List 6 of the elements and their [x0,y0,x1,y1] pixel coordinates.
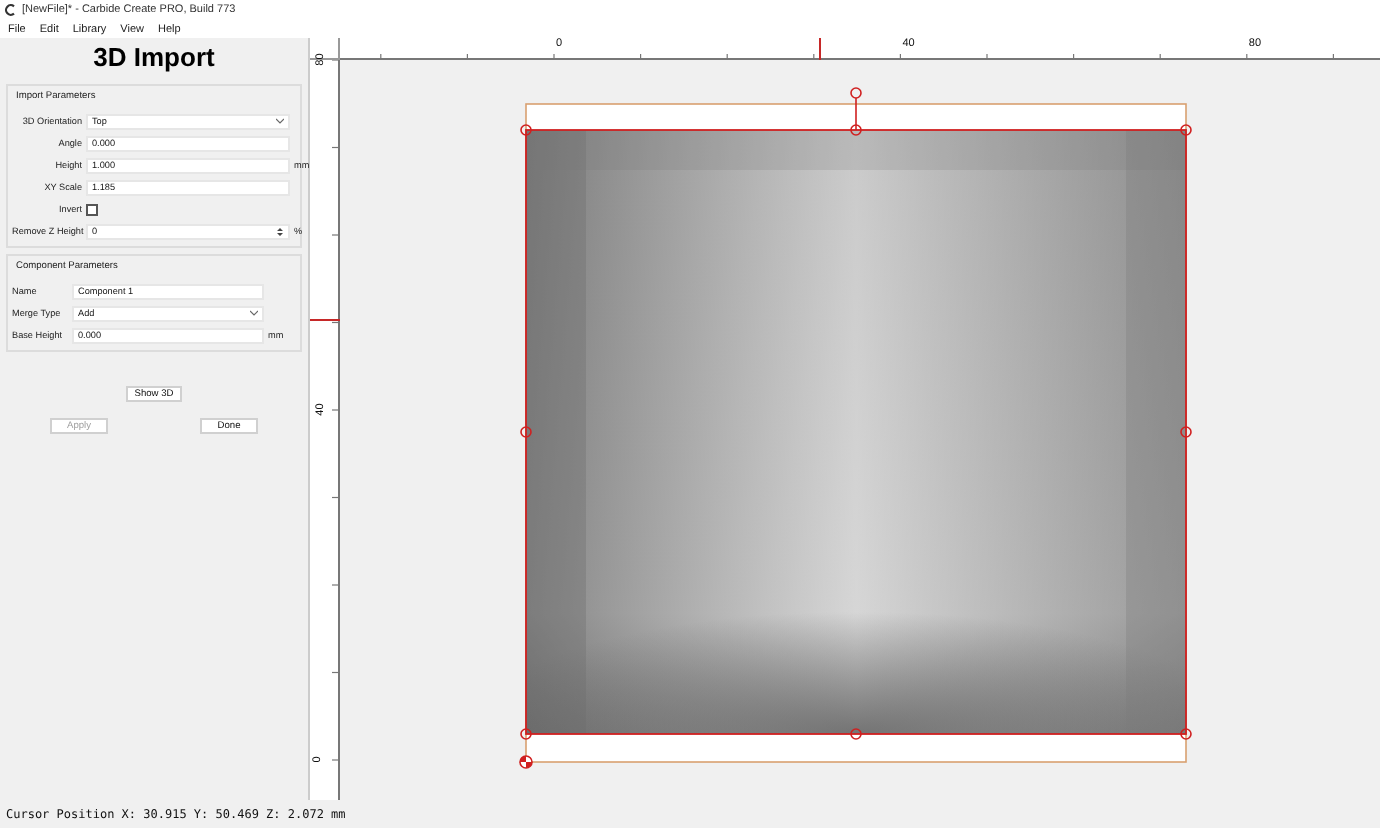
app-logo-icon [4,4,16,16]
checkbox[interactable] [86,203,98,215]
dropdown-caret-icon [276,118,284,124]
dropdown-caret-icon [250,310,258,316]
spin-arrows-icon[interactable] [276,225,284,237]
panel-title: 3D Import [91,42,217,72]
